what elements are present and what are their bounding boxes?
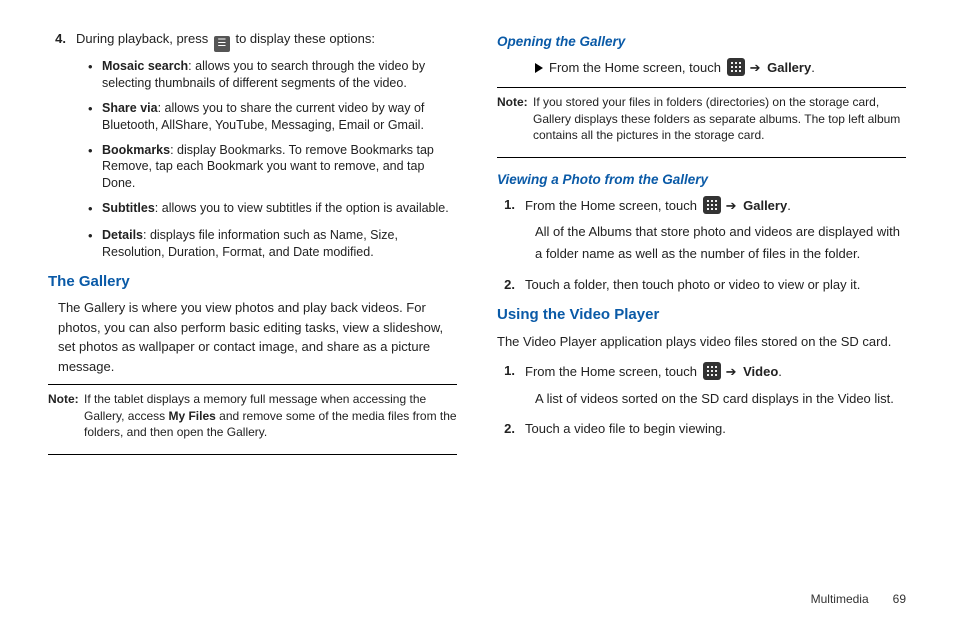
step-number: 2. (497, 420, 525, 439)
right-column: Opening the Gallery From the Home screen… (497, 30, 906, 459)
step-number: 2. (497, 276, 525, 295)
term: Details (102, 228, 143, 242)
bullet-body: Share via: allows you to share the curre… (102, 100, 457, 134)
step-number: 4. (48, 30, 76, 52)
term: Bookmarks (102, 143, 170, 157)
heading-gallery: The Gallery (48, 271, 457, 293)
viewing-step-2: 2. Touch a folder, then touch photo or v… (497, 276, 906, 295)
bullet-bookmarks: • Bookmarks: display Bookmarks. To remov… (88, 142, 457, 193)
desc: : allows you to view subtitles if the op… (155, 201, 449, 215)
viewing-step-1-after: All of the Albums that store photo and v… (535, 221, 906, 265)
bullet-body: Subtitles: allows you to view subtitles … (102, 200, 457, 219)
menu-icon: ☰ (214, 36, 230, 52)
video-label: Video (743, 364, 778, 379)
desc: : displays file information such as Name… (102, 228, 398, 259)
term: Share via (102, 101, 158, 115)
gallery-paragraph: The Gallery is where you view photos and… (58, 298, 457, 376)
bullet-subtitles: • Subtitles: allows you to view subtitle… (88, 200, 457, 219)
term: Mosaic search (102, 59, 188, 73)
bullet-share: • Share via: allows you to share the cur… (88, 100, 457, 134)
arrow-icon: ➔ (726, 364, 737, 379)
step-4: 4. During playback, press ☰ to display t… (48, 30, 457, 52)
bullet-body: Details: displays file information such … (102, 227, 457, 261)
note-label: Note: (497, 94, 533, 143)
bullet-dot: • (88, 142, 102, 193)
heading-video-player: Using the Video Player (497, 304, 906, 326)
note-body: If the tablet displays a memory full mes… (84, 391, 457, 440)
heading-opening-gallery: Opening the Gallery (497, 32, 906, 52)
step-4-pre: During playback, press (76, 31, 212, 46)
step-number: 1. (497, 362, 525, 382)
note-label: Note: (48, 391, 84, 440)
video-step-1: 1. From the Home screen, touch ➔ Video. (497, 362, 906, 382)
footer-page-number: 69 (893, 592, 906, 606)
step-text: Touch a folder, then touch photo or vide… (525, 276, 906, 295)
note-body: If you stored your files in folders (dir… (533, 94, 906, 143)
pre: From the Home screen, touch (525, 198, 701, 213)
video-step-1-after: A list of videos sorted on the SD card d… (535, 388, 906, 410)
triangle-bullet-icon (535, 63, 543, 73)
page-content: 4. During playback, press ☰ to display t… (0, 0, 954, 459)
left-column: 4. During playback, press ☰ to display t… (48, 30, 457, 459)
bullet-body: Mosaic search: allows you to search thro… (102, 58, 457, 92)
arrow-icon: ➔ (726, 198, 737, 213)
step-text: From the Home screen, touch ➔ Video. (525, 362, 906, 382)
bullet-dot: • (88, 227, 102, 261)
options-list: • Mosaic search: allows you to search th… (88, 58, 457, 261)
divider (48, 384, 457, 385)
step-number: 1. (497, 196, 525, 216)
video-step-2: 2. Touch a video file to begin viewing. (497, 420, 906, 439)
divider (497, 87, 906, 88)
bullet-dot: • (88, 100, 102, 134)
arrow-icon: ➔ (750, 60, 761, 75)
bullet-details: • Details: displays file information suc… (88, 227, 457, 261)
gallery-label: Gallery (767, 60, 811, 75)
footer-section: Multimedia (811, 592, 869, 606)
note-storage: Note: If you stored your files in folder… (497, 92, 906, 149)
step-4-post: to display these options: (232, 31, 375, 46)
step-text: From the Home screen, touch ➔ Gallery. (525, 196, 906, 216)
gallery-label: Gallery (743, 198, 787, 213)
apps-grid-icon (727, 58, 745, 76)
divider (48, 454, 457, 455)
open-pre: From the Home screen, touch (549, 60, 725, 75)
video-player-paragraph: The Video Player application plays video… (497, 332, 906, 352)
bullet-dot: • (88, 200, 102, 219)
viewing-step-1: 1. From the Home screen, touch ➔ Gallery… (497, 196, 906, 216)
bullet-dot: • (88, 58, 102, 92)
pre: From the Home screen, touch (525, 364, 701, 379)
term: Subtitles (102, 201, 155, 215)
bullet-body: Bookmarks: display Bookmarks. To remove … (102, 142, 457, 193)
note-gallery: Note: If the tablet displays a memory fu… (48, 389, 457, 446)
page-footer: Multimedia 69 (811, 592, 906, 606)
note-bold: My Files (168, 409, 215, 423)
apps-grid-icon (703, 196, 721, 214)
heading-viewing-photo: Viewing a Photo from the Gallery (497, 170, 906, 190)
open-gallery-step: From the Home screen, touch ➔ Gallery. (535, 58, 906, 78)
step-4-text: During playback, press ☰ to display thes… (76, 30, 457, 52)
bullet-mosaic: • Mosaic search: allows you to search th… (88, 58, 457, 92)
step-text: Touch a video file to begin viewing. (525, 420, 906, 439)
apps-grid-icon (703, 362, 721, 380)
divider (497, 157, 906, 158)
